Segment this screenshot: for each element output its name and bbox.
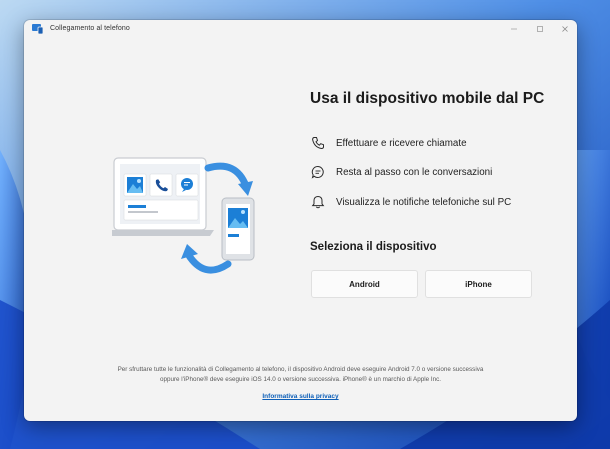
feature-conversations: Resta al passo con le conversazioni [311,164,492,180]
feature-label: Resta al passo con le conversazioni [336,166,493,178]
privacy-link[interactable]: Informativa sulla privacy [24,393,577,400]
phone-link-app-icon [32,24,43,34]
laptop-phone-illustration [112,157,255,274]
phone-link-window: Collegamento al telefono Usa il disposit… [24,20,577,421]
iphone-button[interactable]: iPhone [425,270,532,298]
phone-icon [311,136,325,150]
chat-icon [311,165,325,179]
feature-notifications: Visualizza le notifiche telefoniche sul … [311,194,511,210]
maximize-button[interactable] [529,22,551,36]
feature-calls: Effettuare e ricevere chiamate [311,135,467,151]
minimize-icon [511,28,517,30]
maximize-icon [537,26,543,32]
title-bar: Collegamento al telefono [24,20,577,38]
minimize-button[interactable] [503,22,525,36]
close-icon [562,26,568,32]
page-heading: Usa il dispositivo mobile dal PC [310,90,545,107]
feature-label: Effettuare e ricevere chiamate [336,137,467,149]
bell-icon [311,195,325,209]
close-button[interactable] [554,22,576,36]
window-title: Collegamento al telefono [50,25,130,32]
disclaimer-line: Per sfruttare tutte le funzionalità di C… [117,366,484,373]
disclaimer-line: oppure l'iPhone® deve eseguire iOS 14.0 … [159,376,442,383]
feature-label: Visualizza le notifiche telefoniche sul … [336,196,512,208]
requirements-disclaimer: Per sfruttare tutte le funzionalità di C… [64,365,537,385]
select-device-heading: Seleziona il dispositivo [310,241,437,253]
android-button[interactable]: Android [311,270,418,298]
